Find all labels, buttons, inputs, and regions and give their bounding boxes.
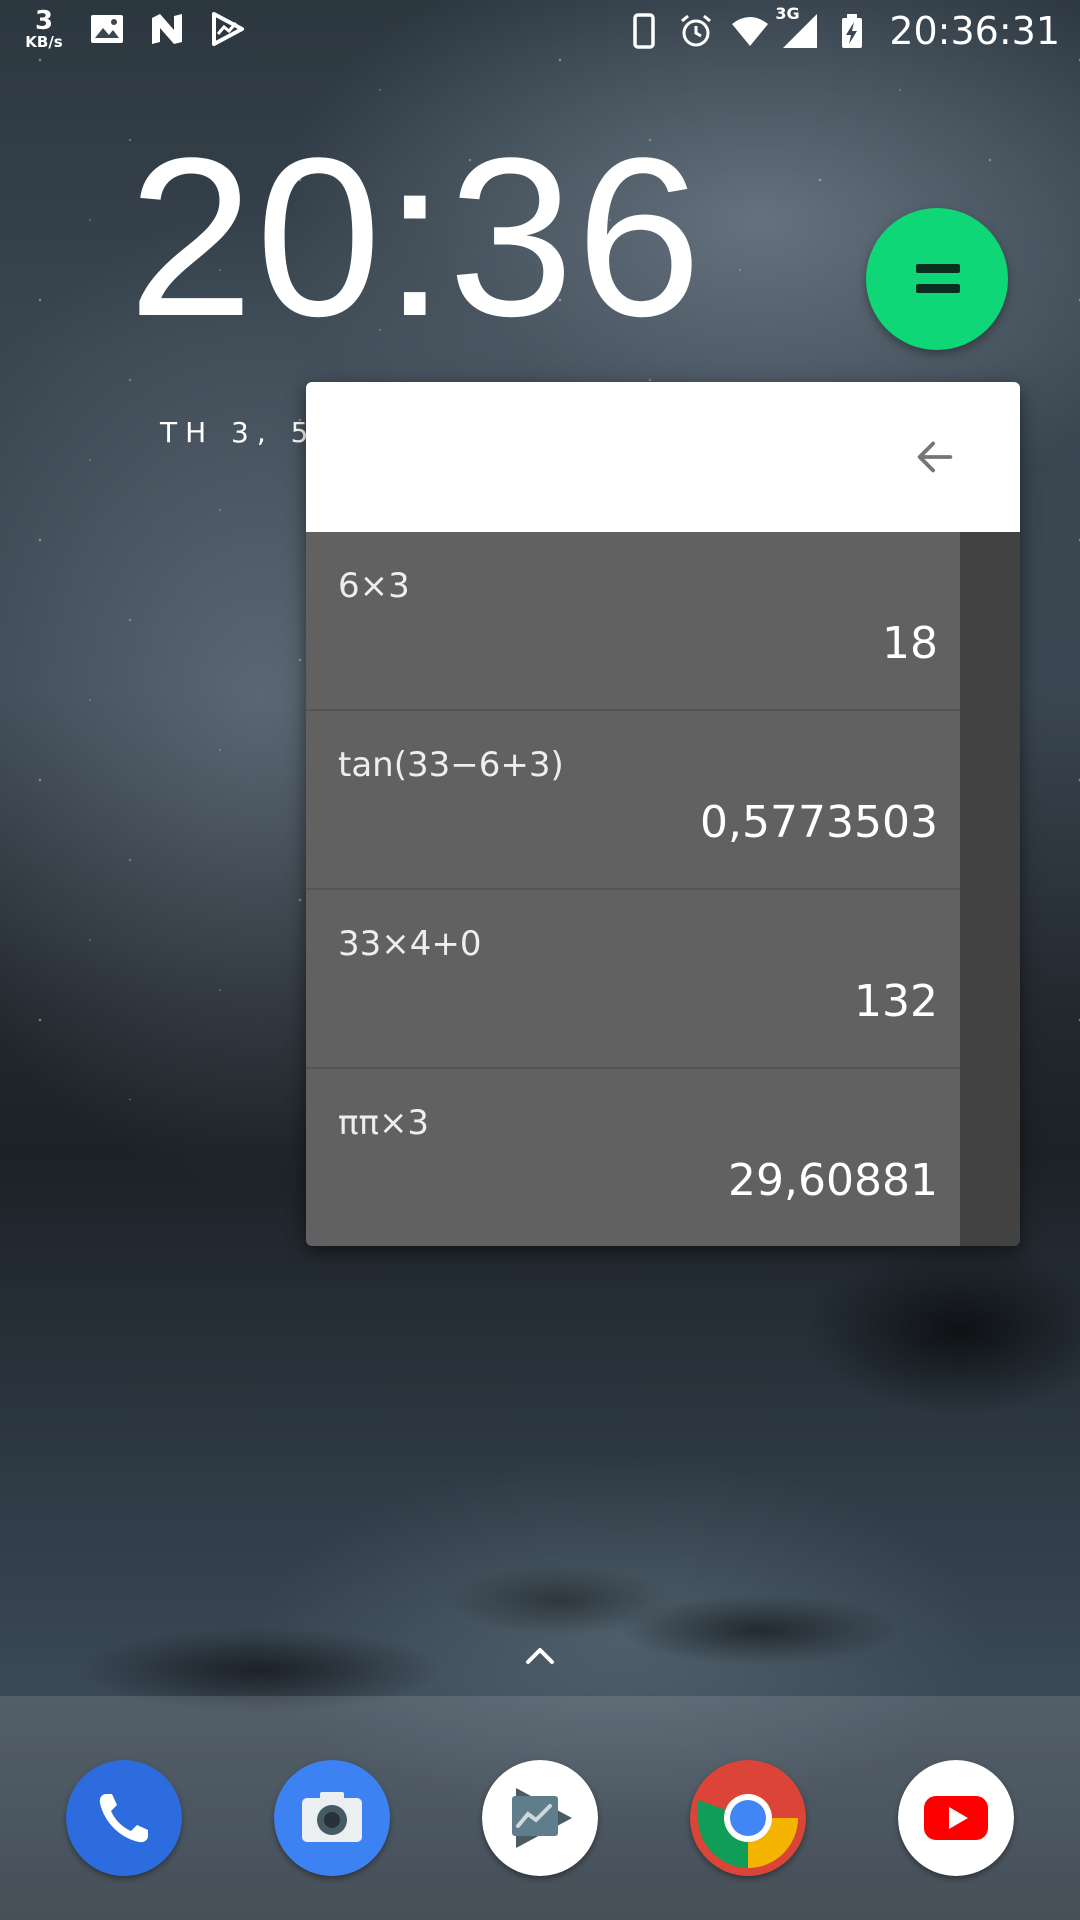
phone-icon — [66, 1760, 182, 1876]
back-button[interactable] — [900, 422, 970, 492]
equals-icon — [916, 264, 960, 273]
history-expression: ππ×3 — [338, 1103, 430, 1143]
wifi-icon — [729, 12, 769, 50]
history-result: 132 — [854, 976, 938, 1027]
phone-vibrate-icon — [625, 12, 663, 50]
chrome-icon — [690, 1760, 806, 1876]
history-header — [306, 382, 1020, 532]
dock-app-youtube[interactable] — [898, 1760, 1014, 1876]
dock-app-camera[interactable] — [274, 1760, 390, 1876]
history-scrollbar[interactable] — [960, 532, 1020, 1246]
back-arrow-icon — [917, 441, 953, 473]
play-trend-icon — [208, 10, 246, 48]
clock-date[interactable]: TH 3, 5 — [160, 416, 317, 449]
history-item[interactable]: tan(33−6+3) 0,5773503 — [306, 711, 960, 890]
dock-app-play-console[interactable] — [482, 1760, 598, 1876]
play-console-icon — [482, 1760, 598, 1876]
equals-icon-lower — [916, 284, 960, 293]
history-result: 18 — [882, 618, 938, 669]
calculator-bubble[interactable] — [866, 208, 1008, 350]
app-dock — [0, 1696, 1080, 1920]
history-expression: 33×4+0 — [338, 924, 482, 964]
alarm-icon — [677, 12, 715, 50]
network-type: 3G — [775, 4, 800, 23]
image-icon — [88, 10, 126, 48]
history-item[interactable]: 6×3 18 — [306, 532, 960, 711]
battery-charging-icon — [833, 12, 871, 50]
dock-app-chrome[interactable] — [690, 1760, 806, 1876]
status-bar-time: 20:36:31 — [889, 9, 1060, 53]
chevron-up-icon[interactable] — [520, 1636, 560, 1676]
history-result: 0,5773503 — [700, 797, 938, 848]
history-list[interactable]: 6×3 18 tan(33−6+3) 0,5773503 33×4+0 132 … — [306, 532, 960, 1246]
clock-time[interactable]: 20:36 — [128, 122, 704, 352]
home-screen: 3 KB/s 3G 20:36:31 20:36 TH 3, 5 6×3 18 … — [0, 0, 1080, 1920]
status-bar-right: 3G 20:36:31 — [625, 4, 1060, 53]
history-result: 29,60881 — [728, 1155, 938, 1206]
signal-icon: 3G — [775, 4, 819, 50]
status-bar-left: 3 KB/s — [20, 8, 268, 50]
network-speed-unit: KB/s — [25, 33, 63, 51]
n-icon — [148, 10, 186, 48]
dock-app-phone[interactable] — [66, 1760, 182, 1876]
camera-icon — [274, 1760, 390, 1876]
history-item[interactable]: 33×4+0 132 — [306, 890, 960, 1069]
history-item[interactable]: ππ×3 29,60881 — [306, 1069, 960, 1246]
history-expression: tan(33−6+3) — [338, 745, 564, 785]
calculator-history-panel: 6×3 18 tan(33−6+3) 0,5773503 33×4+0 132 … — [306, 382, 1020, 1246]
history-expression: 6×3 — [338, 566, 410, 606]
youtube-icon — [898, 1760, 1014, 1876]
network-speed-value: 3 — [34, 6, 54, 36]
status-bar: 3 KB/s 3G 20:36:31 — [0, 0, 1080, 62]
network-speed: 3 KB/s — [20, 8, 68, 50]
